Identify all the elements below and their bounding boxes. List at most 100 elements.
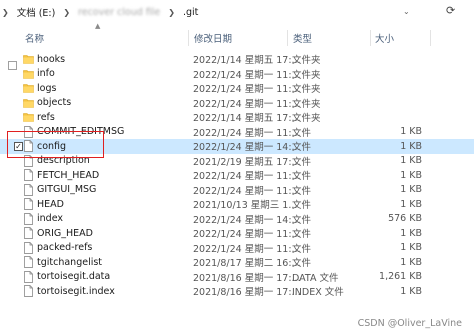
file-row[interactable]: tgitchangelist 2021/8/17 星期二 16:... 文件 1 KB bbox=[0, 255, 474, 270]
file-type: 文件 bbox=[292, 156, 312, 168]
file-type: 文件夹 bbox=[292, 84, 321, 96]
file-date: 2021/2/19 星期五 17:... bbox=[193, 156, 301, 168]
file-icon bbox=[24, 270, 33, 283]
file-size bbox=[380, 52, 422, 67]
file-row[interactable]: packed-refs 2022/1/24 星期一 11:... 文件 1 KB bbox=[0, 241, 474, 256]
file-size: 1 KB bbox=[400, 169, 422, 181]
file-date: 2022/1/24 星期一 14:... bbox=[193, 142, 301, 154]
file-date: 2022/1/24 星期一 11:... bbox=[193, 185, 301, 197]
file-icon bbox=[24, 212, 33, 225]
refresh-icon[interactable]: ⟳ bbox=[446, 4, 455, 17]
file-type: 文件 bbox=[292, 200, 312, 212]
file-size: 1 KB bbox=[400, 242, 422, 254]
chevron-down-icon[interactable]: ⌄ bbox=[403, 7, 410, 16]
file-name: refs bbox=[37, 111, 55, 123]
file-date: 2022/1/14 星期五 17:... bbox=[193, 113, 301, 125]
folder-icon bbox=[23, 69, 34, 79]
file-name: GITGUI_MSG bbox=[37, 184, 97, 196]
file-date: 2022/1/24 星期一 11:... bbox=[193, 243, 301, 255]
file-icon bbox=[24, 227, 33, 239]
file-name: objects bbox=[37, 97, 72, 109]
file-date: 2021/8/17 星期二 16:... bbox=[193, 258, 301, 270]
file-name: tortoisegit.data bbox=[37, 271, 111, 283]
file-row[interactable]: index 2022/1/24 星期一 14:... 文件 576 KB bbox=[0, 212, 474, 227]
file-size: 1 KB bbox=[400, 285, 422, 297]
file-type: 文件 bbox=[292, 229, 312, 241]
file-size bbox=[380, 67, 422, 82]
file-type: DATA 文件 bbox=[292, 272, 339, 284]
file-type: 文件 bbox=[292, 185, 312, 197]
chevron-right-icon[interactable]: ❯ bbox=[0, 8, 15, 17]
file-name: hooks bbox=[37, 53, 66, 65]
file-icon bbox=[24, 241, 33, 254]
file-name: HEAD bbox=[37, 198, 64, 210]
file-size: 1 KB bbox=[400, 198, 422, 210]
breadcrumb-item-current[interactable]: .git bbox=[181, 0, 200, 24]
file-row[interactable]: GITGUI_MSG 2022/1/24 星期一 11:... 文件 1 KB bbox=[0, 183, 474, 198]
folder-icon bbox=[23, 84, 34, 93]
column-divider[interactable] bbox=[287, 30, 288, 46]
file-name: logs bbox=[37, 82, 57, 94]
file-type: 文件 bbox=[292, 127, 312, 139]
column-divider[interactable] bbox=[430, 30, 431, 46]
chevron-right-icon[interactable]: ❯ bbox=[162, 8, 181, 17]
file-icon bbox=[24, 256, 33, 268]
file-row[interactable]: objects 2022/1/24 星期一 11:... 文件夹 bbox=[0, 96, 474, 111]
file-row[interactable]: hooks 2022/1/14 星期五 17:... 文件夹 bbox=[0, 52, 474, 67]
file-row[interactable]: tortoisegit.index 2021/8/16 星期一 17:... IND… bbox=[0, 284, 474, 299]
column-header-size[interactable]: 大小 bbox=[375, 28, 394, 48]
file-row[interactable]: logs 2022/1/24 星期一 11:... 文件夹 bbox=[0, 81, 474, 96]
file-size: 576 KB bbox=[388, 213, 422, 225]
file-date: 2022/1/24 星期一 11:... bbox=[193, 171, 301, 183]
column-divider[interactable] bbox=[188, 30, 189, 46]
file-date: 2022/1/24 星期一 11:... bbox=[193, 229, 301, 241]
file-name: FETCH_HEAD bbox=[37, 169, 100, 181]
file-row[interactable]: refs 2022/1/14 星期五 17:... 文件夹 bbox=[0, 110, 474, 125]
file-size: 1 KB bbox=[400, 155, 422, 167]
file-name: ORIG_HEAD bbox=[37, 227, 93, 239]
breadcrumb: ❯ 文档 (E:) ❯ recover cloud file ❯ .git ⌄ … bbox=[0, 0, 474, 24]
file-type: 文件 bbox=[292, 214, 312, 226]
file-size bbox=[380, 110, 422, 125]
file-icon bbox=[24, 198, 33, 210]
file-date: 2021/8/16 星期一 17:... bbox=[193, 272, 301, 284]
file-name: tgitchangelist bbox=[37, 256, 103, 268]
file-size: 1 KB bbox=[400, 256, 422, 268]
breadcrumb-item-drive[interactable]: 文档 (E:) ❯ bbox=[15, 0, 76, 24]
file-date: 2021/10/13 星期三 1... bbox=[193, 200, 298, 212]
file-name: tortoisegit.index bbox=[37, 285, 115, 297]
column-header-name[interactable]: 名称 bbox=[25, 28, 44, 48]
folder-icon bbox=[23, 55, 34, 64]
file-size bbox=[380, 81, 422, 96]
file-type: INDEX 文件 bbox=[292, 287, 344, 299]
file-name: packed-refs bbox=[37, 242, 93, 254]
file-date: 2022/1/14 星期五 17:... bbox=[193, 55, 301, 67]
column-divider[interactable] bbox=[370, 30, 371, 46]
file-type: 文件 bbox=[292, 258, 312, 270]
file-date: 2022/1/24 星期一 11:... bbox=[193, 69, 301, 81]
file-size: 1,261 KB bbox=[379, 271, 422, 283]
file-row[interactable]: HEAD 2021/10/13 星期三 1... 文件 1 KB bbox=[0, 197, 474, 212]
chevron-right-icon[interactable]: ❯ bbox=[57, 8, 76, 17]
column-header-date[interactable]: 修改日期 bbox=[194, 28, 232, 48]
file-row[interactable]: ORIG_HEAD 2022/1/24 星期一 11:... 文件 1 KB bbox=[0, 226, 474, 241]
file-type: 文件夹 bbox=[292, 98, 321, 110]
file-row[interactable]: tortoisegit.data 2021/8/16 星期一 17:... DATA… bbox=[0, 270, 474, 285]
file-date: 2022/1/24 星期一 11:... bbox=[193, 84, 301, 96]
file-row[interactable]: FETCH_HEAD 2022/1/24 星期一 11:... 文件 1 KB bbox=[0, 168, 474, 183]
file-name: info bbox=[37, 68, 55, 80]
file-row[interactable]: info 2022/1/24 星期一 11:... 文件夹 bbox=[0, 67, 474, 82]
file-name: index bbox=[37, 213, 63, 225]
file-date: 2022/1/24 星期一 14:... bbox=[193, 214, 301, 226]
file-type: 文件夹 bbox=[292, 69, 321, 81]
file-date: 2021/8/16 星期一 17:... bbox=[193, 287, 301, 299]
breadcrumb-root[interactable]: ❯ bbox=[0, 0, 15, 24]
file-size bbox=[380, 96, 422, 111]
file-icon bbox=[24, 285, 33, 297]
breadcrumb-item-folder[interactable]: recover cloud file ❯ bbox=[76, 0, 181, 24]
file-date: 2022/1/24 星期一 11:... bbox=[193, 127, 301, 139]
column-header-type[interactable]: 类型 bbox=[293, 28, 312, 48]
file-size: 1 KB bbox=[400, 126, 422, 138]
column-header: 名称 修改日期 类型 大小 bbox=[0, 28, 474, 70]
file-type: 文件 bbox=[292, 171, 312, 183]
